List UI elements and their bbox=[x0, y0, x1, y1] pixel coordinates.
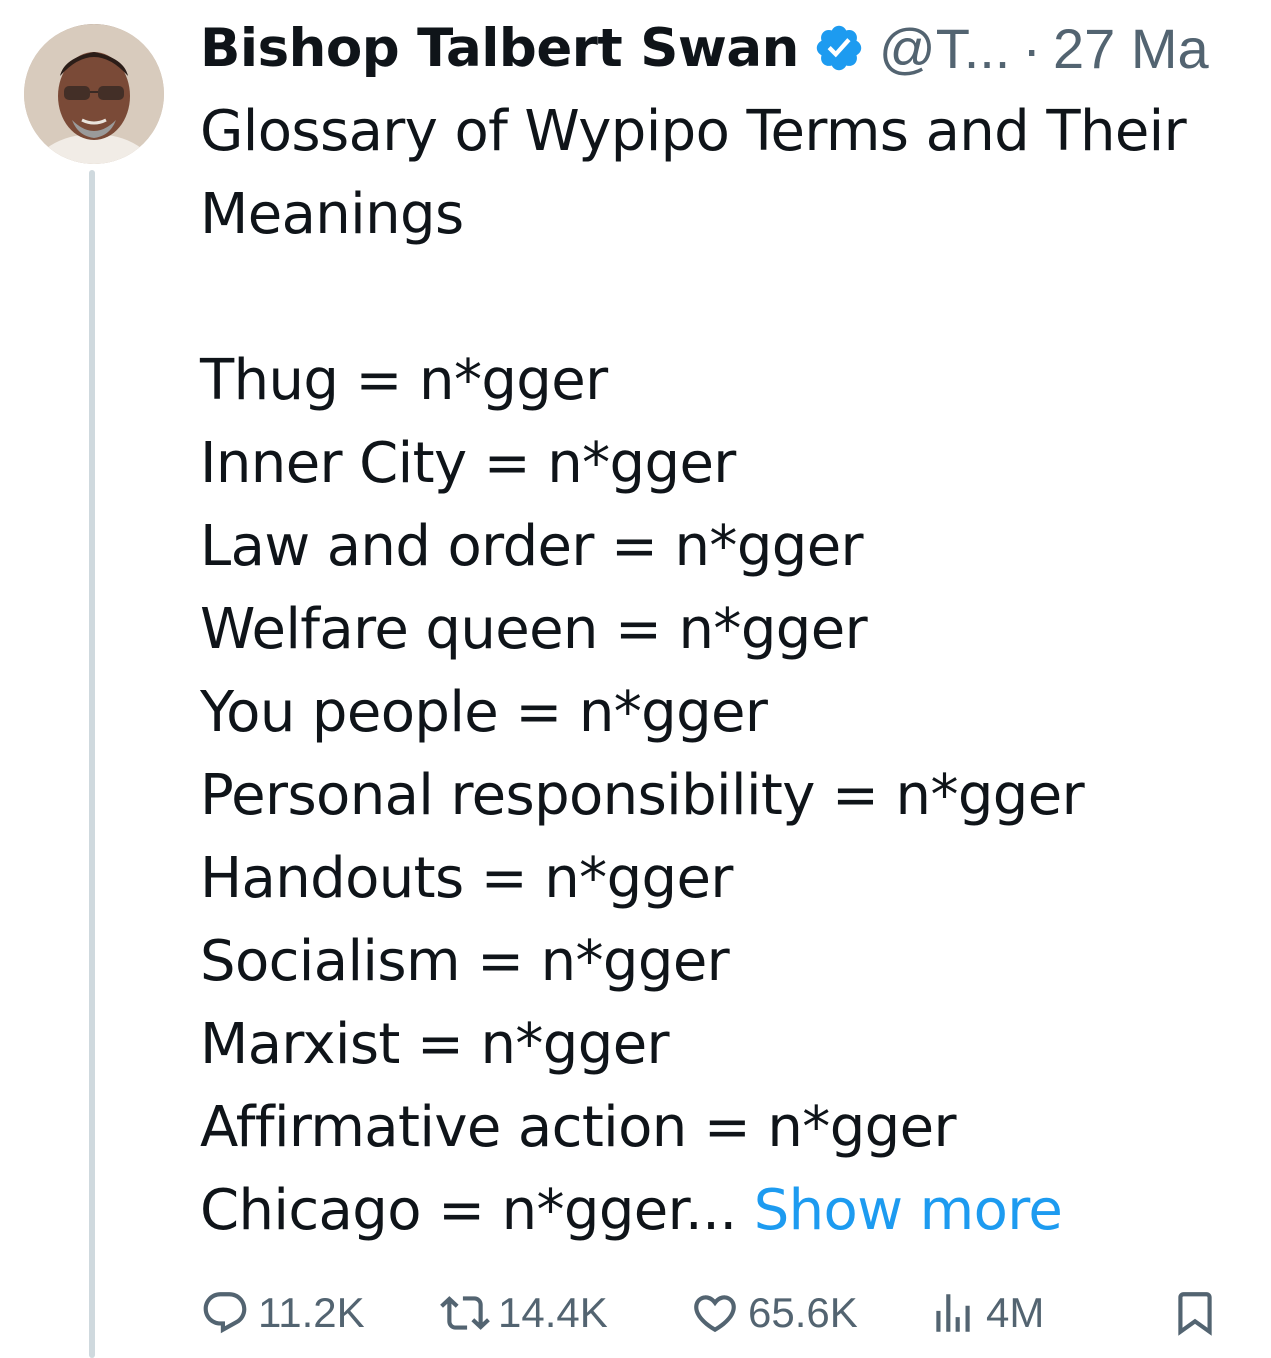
views-icon bbox=[936, 1294, 970, 1332]
tweet-last-line: Chicago = n*gger... Show more bbox=[200, 1169, 1260, 1252]
reply-button[interactable]: 11.2K bbox=[200, 1288, 365, 1338]
like-icon bbox=[694, 1295, 736, 1333]
separator-dot: · bbox=[1022, 16, 1042, 80]
tweet-line: Personal responsibility = n*gger bbox=[200, 763, 1085, 828]
author-name[interactable]: Bishop Talbert Swan bbox=[200, 18, 799, 79]
tweet-line: Welfare queen = n*gger bbox=[200, 597, 868, 662]
reply-icon bbox=[203, 1292, 247, 1334]
tweet-header: Bishop Talbert Swan @T... · 27 Ma bbox=[200, 10, 1271, 86]
action-bar: 11.2K 14.4K 65.6K 4M bbox=[200, 1283, 1230, 1343]
tweet-line: Affirmative action = n*gger bbox=[200, 1095, 956, 1160]
retweet-button[interactable]: 14.4K bbox=[440, 1288, 608, 1338]
retweet-icon bbox=[440, 1296, 490, 1330]
tweet-line: Law and order = n*gger bbox=[200, 514, 864, 579]
tweet: Bishop Talbert Swan @T... · 27 Ma Glossa… bbox=[0, 0, 1271, 1358]
thread-line bbox=[89, 170, 95, 1358]
tweet-date[interactable]: 27 Ma bbox=[1053, 16, 1209, 81]
views-button[interactable]: 4M bbox=[928, 1288, 1044, 1338]
like-button[interactable]: 65.6K bbox=[690, 1288, 858, 1338]
tweet-line: Handouts = n*gger bbox=[200, 846, 733, 911]
bookmark-button[interactable] bbox=[1170, 1288, 1228, 1338]
show-more-link[interactable]: Show more bbox=[754, 1178, 1063, 1243]
tweet-line: You people = n*gger bbox=[200, 680, 768, 745]
tweet-text: Glossary of Wypipo Terms and Their Meani… bbox=[200, 90, 1260, 1252]
views-count: 4M bbox=[986, 1289, 1045, 1336]
tweet-last-line-text: Chicago = n*gger... bbox=[200, 1178, 737, 1243]
like-count: 65.6K bbox=[748, 1289, 858, 1336]
tweet-title-line-1: Glossary of Wypipo Terms and Their bbox=[200, 99, 1187, 164]
bookmark-icon bbox=[1178, 1292, 1212, 1336]
tweet-line: Thug = n*gger bbox=[200, 348, 608, 413]
reply-count: 11.2K bbox=[258, 1289, 365, 1336]
author-handle[interactable]: @T... bbox=[879, 16, 1011, 81]
tweet-line: Marxist = n*gger bbox=[200, 1012, 670, 1077]
tweet-title-line-2: Meanings bbox=[200, 182, 464, 247]
avatar[interactable] bbox=[24, 24, 164, 164]
verified-badge-icon bbox=[816, 25, 862, 71]
tweet-line: Socialism = n*gger bbox=[200, 929, 730, 994]
retweet-count: 14.4K bbox=[498, 1289, 608, 1336]
tweet-line: Inner City = n*gger bbox=[200, 431, 736, 496]
